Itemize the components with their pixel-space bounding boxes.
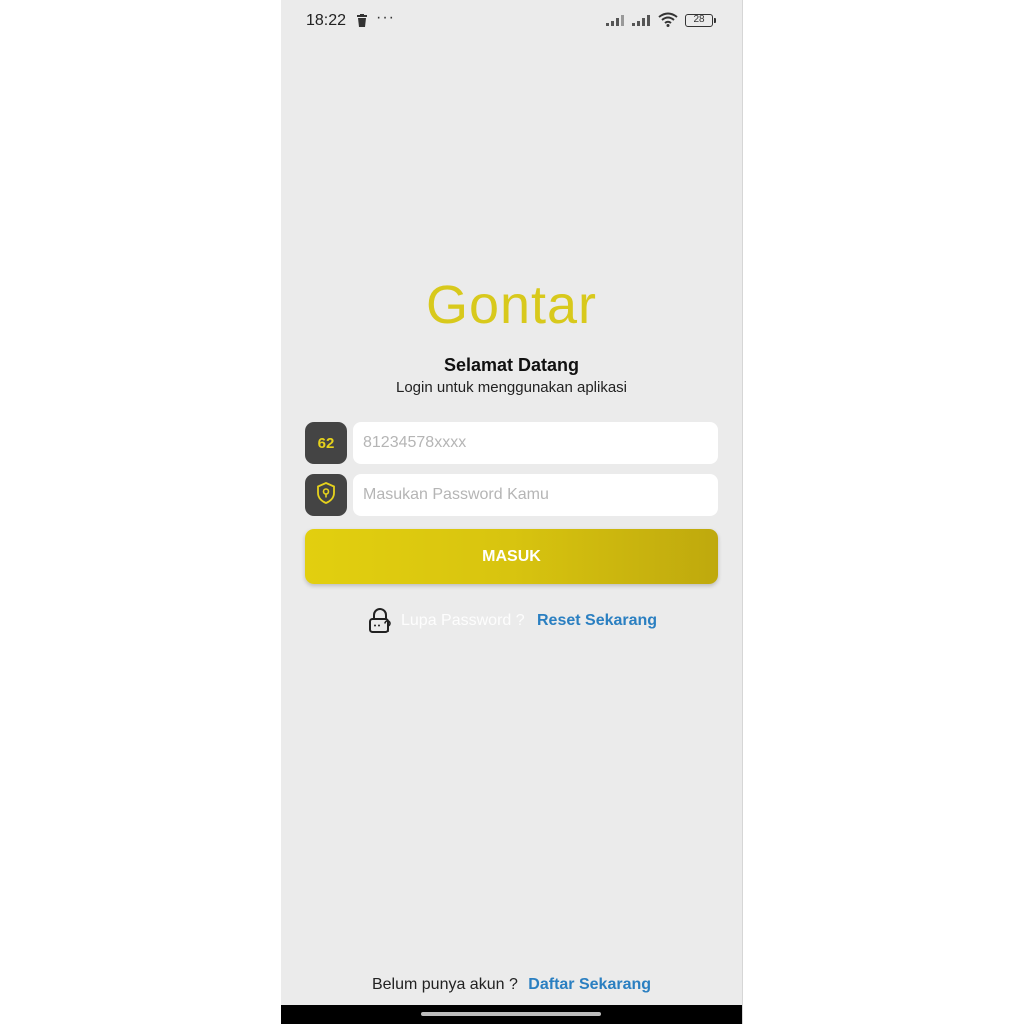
phone-input[interactable] xyxy=(353,422,718,464)
app-logo: Gontar xyxy=(425,275,598,335)
register-link[interactable]: Daftar Sekarang xyxy=(528,976,651,993)
register-prompt: Belum punya akun ? xyxy=(371,976,518,993)
trash-icon xyxy=(356,14,368,32)
navigation-bar xyxy=(281,1005,742,1024)
home-gesture-handle[interactable] xyxy=(421,1012,601,1016)
lock-question-icon xyxy=(368,608,392,639)
reset-password-link[interactable]: Reset Sekarang xyxy=(537,612,657,630)
battery-level: 28 xyxy=(693,14,705,25)
battery-icon: 28 xyxy=(685,14,716,27)
password-badge xyxy=(305,474,347,516)
country-code: 62 xyxy=(317,434,335,452)
welcome-title: Selamat Datang xyxy=(443,355,580,375)
forgot-password-row: Lupa Password ? Reset Sekarang xyxy=(281,606,742,636)
phone-screen: 18:22 ··· 28 Gontar Selamat Datang Login… xyxy=(281,0,743,1024)
signal-icon xyxy=(606,13,628,31)
shield-lock-icon xyxy=(316,481,336,509)
country-code-badge: 62 xyxy=(305,422,347,464)
status-time: 18:22 xyxy=(306,12,347,29)
password-input[interactable] xyxy=(353,474,718,516)
wifi-icon xyxy=(658,12,678,32)
login-button[interactable]: MASUK xyxy=(305,529,718,584)
register-row: Belum punya akun ? Daftar Sekarang xyxy=(281,976,742,994)
forgot-password-text: Lupa Password ? xyxy=(401,612,525,629)
more-notifications-icon: ··· xyxy=(376,9,395,26)
welcome-subtitle: Login untuk menggunakan aplikasi xyxy=(396,379,627,396)
signal-icon xyxy=(632,13,654,31)
